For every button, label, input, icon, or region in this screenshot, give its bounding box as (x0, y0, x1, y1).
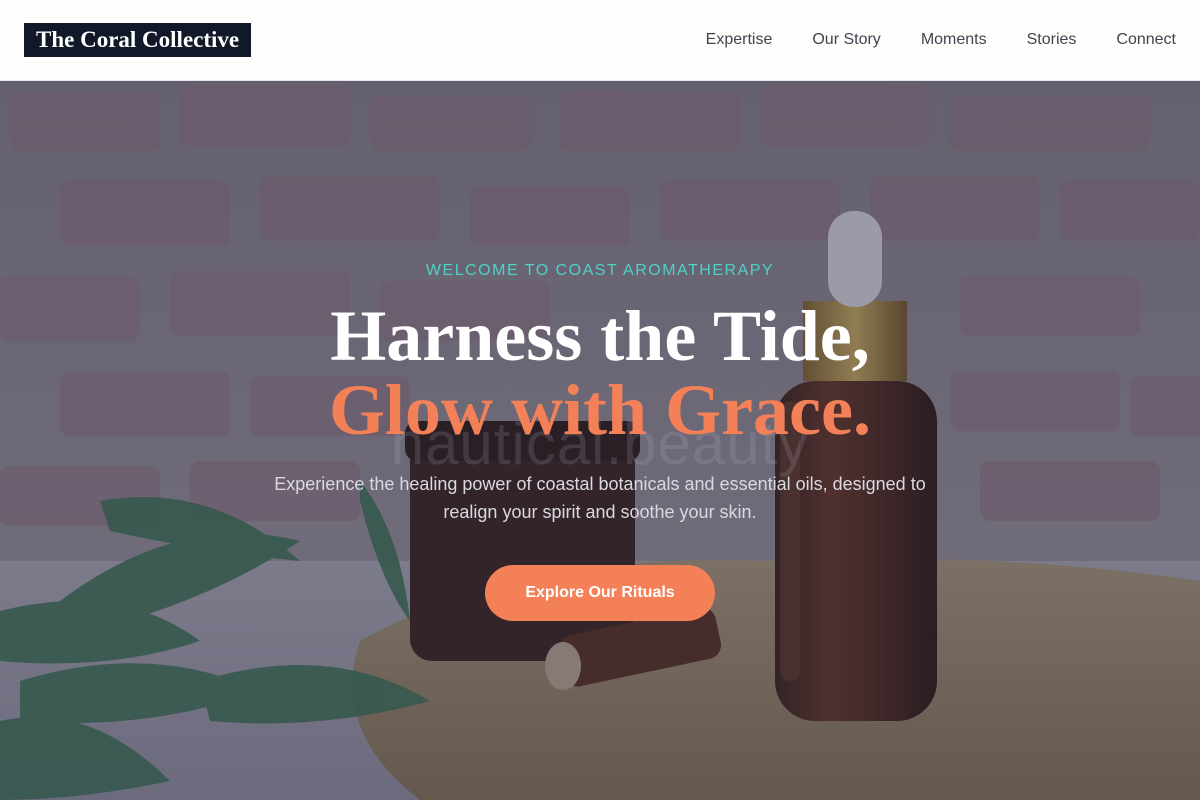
hero-eyebrow: WELCOME TO COAST AROMATHERAPY (425, 262, 775, 279)
explore-rituals-button[interactable]: Explore Our Rituals (485, 565, 715, 621)
nav-moments[interactable]: Moments (921, 31, 987, 49)
nav-expertise[interactable]: Expertise (706, 31, 773, 49)
nav-stories[interactable]: Stories (1027, 31, 1077, 49)
site-header: The Coral Collective Expertise Our Story… (0, 0, 1200, 81)
nav-connect[interactable]: Connect (1116, 31, 1176, 49)
hero-heading: Harness the Tide, Glow with Grace. (0, 299, 1200, 447)
site-logo[interactable]: The Coral Collective (24, 23, 252, 57)
hero-heading-line1: Harness the Tide, (330, 296, 870, 376)
hero-description: Experience the healing power of coastal … (274, 474, 926, 522)
main-nav: Expertise Our Story Moments Stories Conn… (706, 31, 1176, 49)
nav-our-story[interactable]: Our Story (812, 31, 880, 49)
hero-heading-line2: Glow with Grace. (329, 370, 871, 450)
hero-content: WELCOME TO COAST AROMATHERAPY nautical.b… (0, 81, 1200, 800)
hero-section: WELCOME TO COAST AROMATHERAPY nautical.b… (0, 81, 1200, 800)
